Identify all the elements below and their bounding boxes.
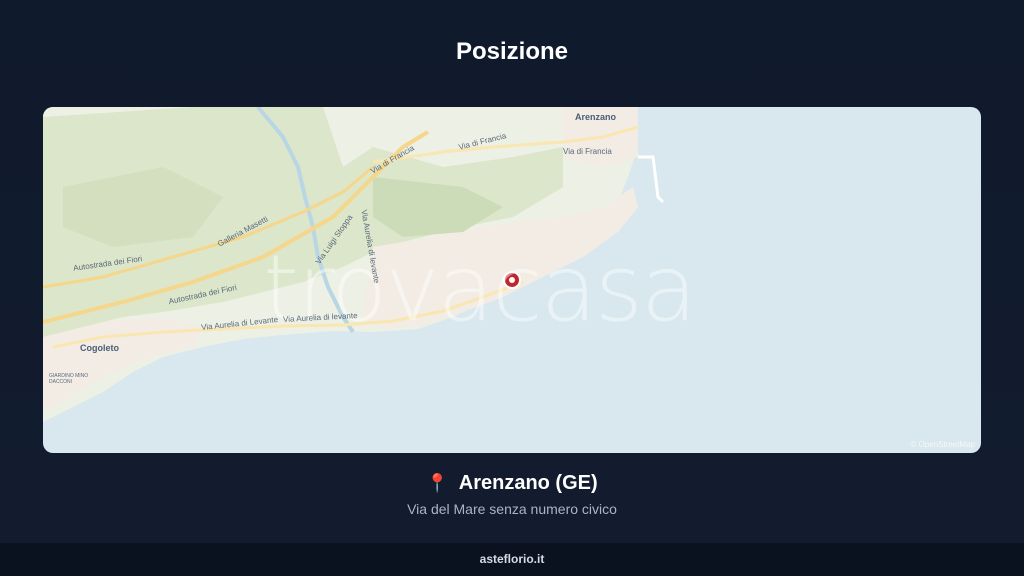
town-label-arenzano: Arenzano bbox=[575, 112, 617, 122]
town-label-cogoleto: Cogoleto bbox=[80, 343, 119, 353]
pin-icon: 📍 bbox=[426, 473, 449, 493]
footer: asteflorio.it bbox=[0, 543, 1024, 576]
location-city: Arenzano (GE) bbox=[458, 472, 598, 494]
location-map[interactable]: trovacasa Arenzano Cogoleto Via di Franc… bbox=[43, 107, 981, 453]
place-label: GIARDINO MINO DACCONI bbox=[49, 373, 89, 385]
footer-site-link[interactable]: asteflorio.it bbox=[480, 552, 545, 566]
location-heading: 📍 Arenzano (GE) bbox=[0, 472, 1024, 495]
location-address: Via del Mare senza numero civico bbox=[407, 501, 617, 517]
page-title: Posizione bbox=[455, 38, 569, 65]
harbour-pier bbox=[638, 155, 665, 204]
road-label: Via di Francia bbox=[563, 147, 612, 156]
map-attribution[interactable]: © OpenStreetMap bbox=[910, 440, 975, 449]
